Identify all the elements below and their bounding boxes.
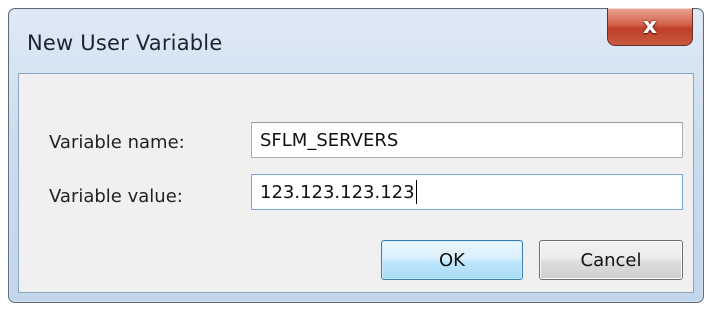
variable-value-field[interactable]: 123.123.123.123 xyxy=(251,174,683,210)
variable-name-text: SFLM_SERVERS xyxy=(260,129,399,151)
dialog-body: Variable name: SFLM_SERVERS Variable val… xyxy=(18,73,694,293)
text-caret xyxy=(415,180,417,204)
window-title: New User Variable xyxy=(27,31,223,55)
variable-value-label: Variable value: xyxy=(49,186,183,207)
ok-button[interactable]: OK xyxy=(381,240,523,280)
dialog-window: New User Variable x Variable name: SFLM_… xyxy=(8,8,704,303)
variable-name-label: Variable name: xyxy=(49,132,185,153)
close-icon: x xyxy=(642,13,658,39)
variable-name-field[interactable]: SFLM_SERVERS xyxy=(251,122,683,158)
cancel-button[interactable]: Cancel xyxy=(539,240,683,280)
title-bar[interactable]: New User Variable x xyxy=(9,8,703,69)
close-button[interactable]: x xyxy=(607,8,693,46)
variable-value-text: 123.123.123.123 xyxy=(260,181,415,203)
